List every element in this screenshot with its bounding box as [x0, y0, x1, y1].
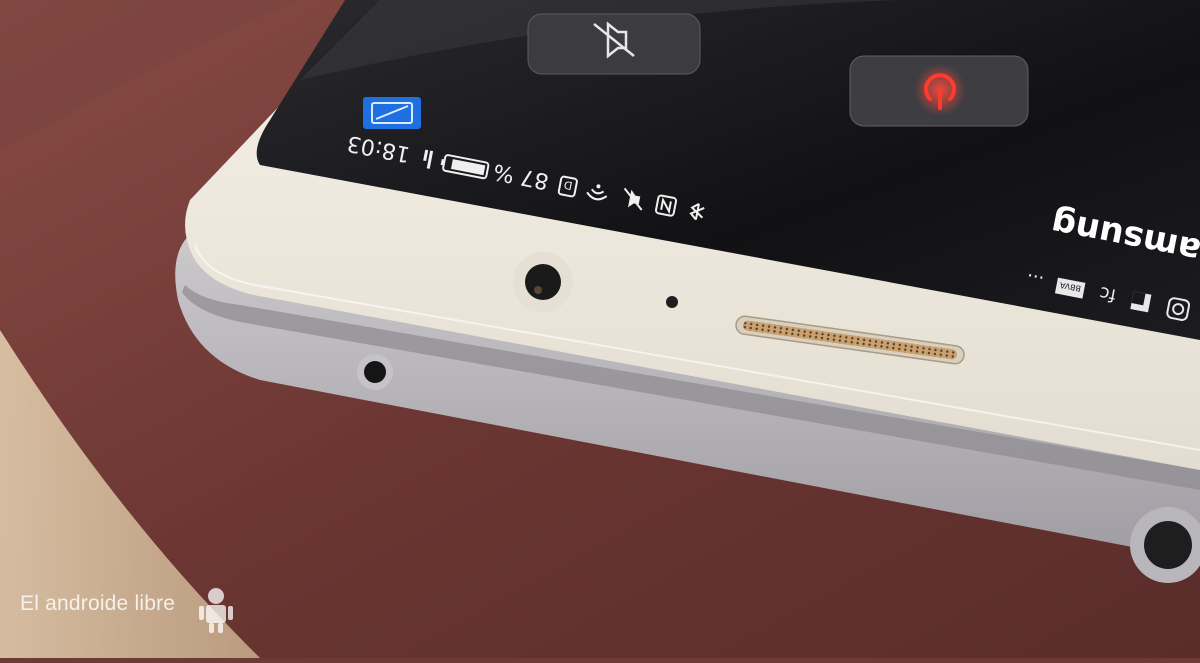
- watermark-text: El androide libre: [20, 592, 176, 615]
- mute-button[interactable]: [527, 13, 701, 75]
- phone-photo: D 87 % 18:03 Samsung fc BBVA ...: [0, 0, 1200, 658]
- headphone-jack: [1144, 521, 1192, 569]
- camera-lens-glare: [534, 286, 542, 294]
- front-camera: [525, 264, 561, 300]
- microphone-hole: [364, 361, 386, 383]
- watermark-robot-logo: [199, 588, 233, 633]
- photo-scene: D 87 % 18:03 Samsung fc BBVA ...: [0, 0, 1200, 658]
- proximity-sensor: [666, 296, 678, 308]
- flipboard-icon[interactable]: [1130, 291, 1152, 313]
- app-icon[interactable]: [363, 97, 421, 129]
